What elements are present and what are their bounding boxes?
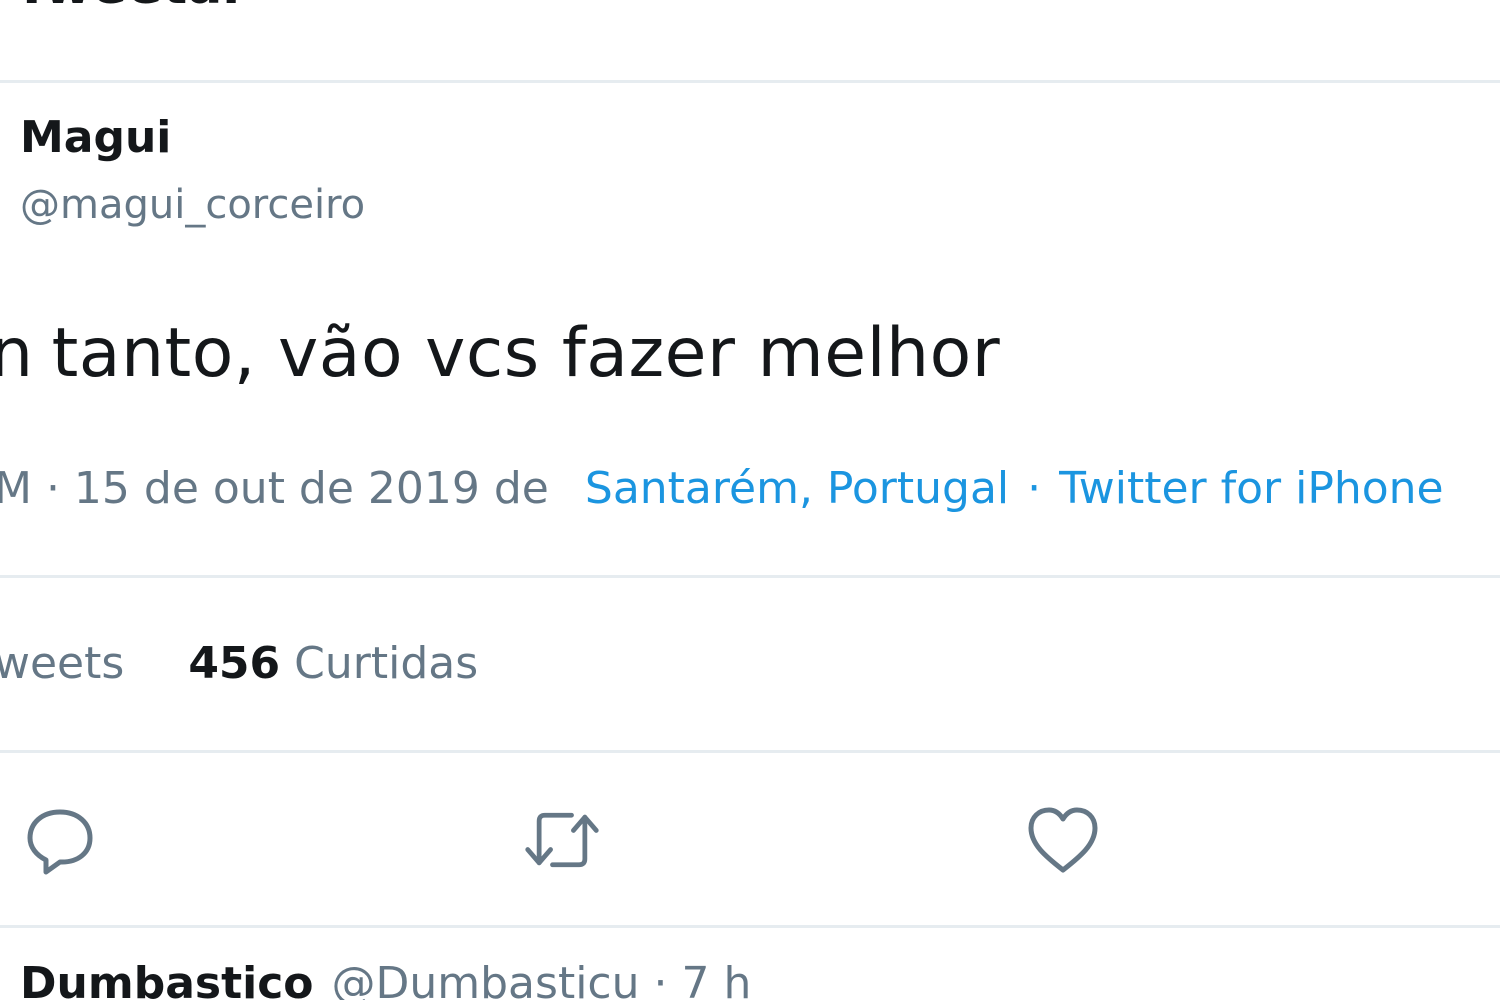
next-tweet-author-name[interactable]: Dumbastico: [20, 958, 314, 1000]
tweet-detail-page: Tweetar Magui @magui_corceiro ntanto, vã…: [0, 0, 1500, 1000]
reply-button[interactable]: [20, 800, 100, 880]
divider: [0, 750, 1500, 753]
location-link[interactable]: Santarém, Portugal: [585, 463, 1009, 514]
divider: [0, 925, 1500, 928]
tweet-text: n tanto, vão vcs fazer melhor: [0, 314, 1000, 393]
next-tweet-handle-time[interactable]: @Dumbasticu · 7 h: [332, 958, 752, 1000]
tweet-text-cut-char: n: [0, 314, 34, 393]
tweet-timestamp[interactable]: M · 15 de out de 2019 de: [0, 463, 549, 514]
like-button[interactable]: [1023, 800, 1103, 880]
author-display-name[interactable]: Magui: [20, 112, 171, 163]
likes-stat[interactable]: 456 Curtidas: [188, 638, 478, 689]
retweet-button[interactable]: [522, 800, 602, 880]
source-link[interactable]: Twitter for iPhone: [1059, 463, 1443, 514]
reply-icon: [27, 809, 93, 875]
tweet-stats: weets 456 Curtidas: [0, 638, 478, 689]
page-title: Tweetar: [14, 0, 248, 16]
retweets-stat[interactable]: weets: [0, 638, 124, 689]
next-tweet-header[interactable]: Dumbastico @Dumbasticu · 7 h: [20, 958, 751, 1000]
likes-count: 456: [188, 638, 281, 689]
retweet-icon: [525, 812, 599, 868]
divider: [0, 80, 1500, 83]
divider: [0, 575, 1500, 578]
likes-label: Curtidas: [294, 638, 479, 689]
meta-separator: ·: [1027, 463, 1042, 514]
author-handle[interactable]: @magui_corceiro: [20, 182, 365, 228]
tweet-meta: M · 15 de out de 2019 de Santarém, Portu…: [0, 463, 1444, 514]
heart-icon: [1028, 807, 1098, 873]
tweet-text-body: tanto, vão vcs fazer melhor: [51, 314, 1001, 393]
